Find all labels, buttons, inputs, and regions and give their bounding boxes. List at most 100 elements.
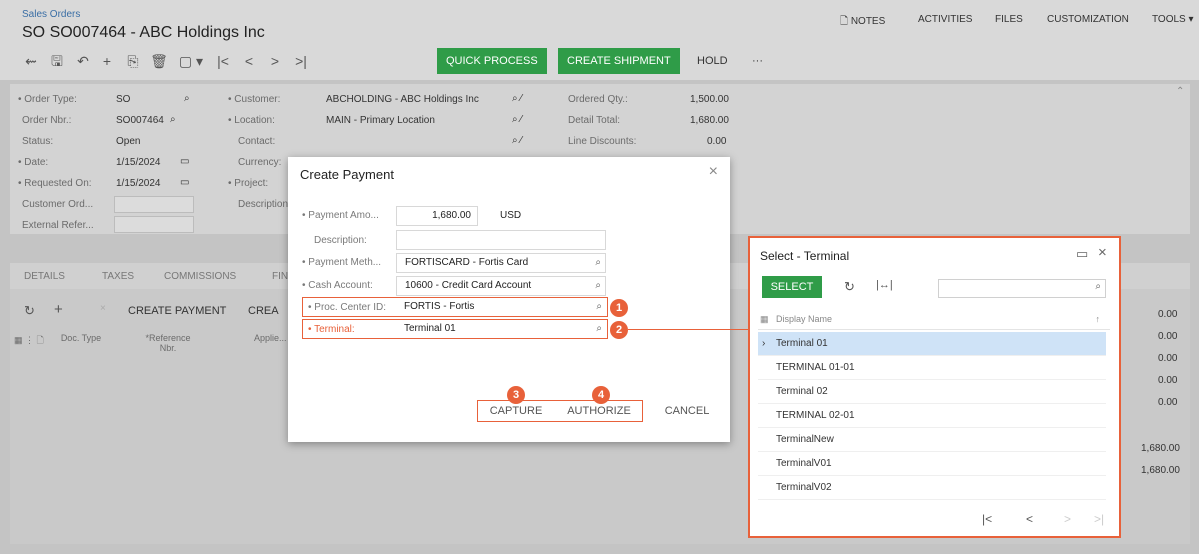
list-item[interactable]: TERMINAL 02-01 [758,404,1106,428]
list-item[interactable]: Terminal 02 [758,380,1106,404]
sort-icon[interactable]: ↑ [1096,308,1101,330]
terminal-value: Terminal 01 [404,323,456,334]
close-icon[interactable]: × [1098,244,1107,261]
create-shipment-button[interactable]: CREATE SHIPMENT [558,48,680,74]
external-refer-label: External Refer... [22,220,94,231]
tab-taxes[interactable]: TAXES [102,271,134,282]
remove-row-icon[interactable]: × [100,303,106,314]
activities-button[interactable]: ACTIVITIES [918,14,972,25]
order-type-field[interactable]: SO [116,94,130,105]
payment-method-field[interactable]: FORTISCARD - Fortis Card ⌕ [396,253,606,273]
cancel-button[interactable]: CANCEL [654,400,720,422]
col-applied[interactable]: Applie... [254,333,287,343]
delete-icon[interactable]: 🗑 [150,53,168,69]
search-icon[interactable]: ⌕ [596,320,602,338]
breadcrumb[interactable]: Sales Orders [22,9,80,20]
list-item[interactable]: › Terminal 01 [758,332,1106,356]
search-icon[interactable]: ⌕ ⁄ [512,135,522,146]
grid-settings-icon[interactable]: ▦ [760,308,769,330]
list-item-label: TerminalV01 [776,458,832,469]
calendar-icon[interactable]: ▭ [180,177,189,188]
column-header-display-name[interactable]: ▦ Display Name ↑ [758,308,1110,330]
search-icon[interactable]: ⌕ [596,298,602,316]
terminal-field[interactable]: Terminal 01 ⌕ [396,320,606,338]
hold-button[interactable]: HOLD [697,48,728,74]
tools-menu[interactable]: TOOLS ▾ [1152,14,1194,25]
page-title: SO SO007464 - ABC Holdings Inc [22,24,265,41]
requested-on-field[interactable]: 1/15/2024 [116,178,161,189]
capture-button[interactable]: CAPTURE [481,400,551,422]
quick-process-button[interactable]: QUICK PROCESS [437,48,547,74]
payment-amount-label: Payment Amo... [302,210,379,221]
search-icon[interactable]: ⌕ [184,93,190,104]
fit-columns-icon[interactable]: |↔| [876,279,893,291]
last-page-icon[interactable]: >| [1094,512,1104,526]
next-page-icon[interactable]: > [1064,512,1071,526]
add-row-icon[interactable]: + [54,301,63,318]
add-icon[interactable]: + [98,53,116,69]
col-doc-type[interactable]: Doc. Type [60,333,102,343]
undo-icon[interactable]: ↶ [74,53,92,69]
refresh-icon[interactable]: ↻ [24,303,35,319]
list-item[interactable]: TERMINAL 01-01 [758,356,1106,380]
tab-details[interactable]: DETAILS [24,271,65,282]
files-button[interactable]: FILES [995,14,1023,25]
proc-center-field[interactable]: FORTIS - Fortis ⌕ [396,298,606,316]
last-icon[interactable]: >| [292,53,310,69]
customization-button[interactable]: CUSTOMIZATION [1047,14,1129,25]
first-page-icon[interactable]: |< [982,512,992,526]
prev-icon[interactable]: < [240,53,258,69]
more-button[interactable]: ··· [752,48,763,74]
close-icon[interactable]: × [709,163,718,181]
lookup-search-input[interactable]: ⌕ [938,279,1106,298]
refresh-icon[interactable]: ↻ [844,279,855,295]
select-button[interactable]: SELECT [762,276,822,298]
list-item-label: TerminalNew [776,434,834,445]
list-item[interactable]: TerminalV01 [758,452,1106,476]
search-icon[interactable]: ⌕ ⁄ [512,93,522,104]
create-payment-button[interactable]: CREATE PAYMENT [128,305,226,317]
back-icon[interactable]: ⇜ [22,53,40,69]
list-item-label: TerminalV02 [776,482,832,493]
tab-financial[interactable]: FIN [272,271,288,282]
date-field[interactable]: 1/15/2024 [116,157,161,168]
customer-ord-label: Customer Ord... [22,199,94,210]
cash-account-field[interactable]: 10600 - Credit Card Account ⌕ [396,276,606,296]
order-nbr-field[interactable]: SO007464 [116,115,164,126]
tab-commissions[interactable]: COMMISSIONS [164,271,236,282]
list-item[interactable]: TerminalV02 [758,476,1106,500]
list-item[interactable]: TerminalNew [758,428,1106,452]
search-icon[interactable]: ⌕ ⁄ [512,114,522,125]
search-icon[interactable]: ⌕ [1095,281,1101,292]
clipboard-icon[interactable]: ▢ ▾ [176,53,206,69]
save-icon[interactable]: 🖫 [48,53,66,69]
payment-amount-field[interactable]: 1,680.00 [396,206,478,226]
first-icon[interactable]: |< [214,53,232,69]
authorize-button[interactable]: AUTHORIZE [558,400,640,422]
calendar-icon[interactable]: ▭ [180,156,189,167]
location-field[interactable]: MAIN - Primary Location [326,115,435,126]
external-refer-field[interactable] [114,216,194,233]
lookup-title: Select - Terminal [760,249,850,263]
description-field[interactable] [396,230,606,250]
order-nbr-label: Order Nbr.: [22,115,72,126]
customer-ord-field[interactable] [114,196,194,213]
status-field[interactable]: Open [116,136,140,147]
requested-on-label: Requested On: [18,178,91,189]
search-icon[interactable]: ⌕ [595,254,601,272]
search-icon[interactable]: ⌕ [170,114,176,125]
customer-field[interactable]: ABCHOLDING - ABC Holdings Inc [326,94,479,105]
create-button[interactable]: CREA [248,305,279,317]
maximize-icon[interactable]: ▭ [1076,246,1088,262]
status-label: Status: [22,136,54,147]
detail-total-label: Detail Total: [568,115,621,126]
notes-button[interactable]: 🗋 NOTES [840,14,885,31]
next-icon[interactable]: > [266,53,284,69]
col-reference-nbr[interactable]: *Reference Nbr. [140,333,196,353]
prev-page-icon[interactable]: < [1026,512,1033,526]
search-icon[interactable]: ⌕ [595,277,601,295]
contact-label: Contact: [238,136,276,147]
payment-method-label: Payment Meth... [302,257,381,268]
copy-icon[interactable]: ⎘ [124,53,142,69]
collapse-icon[interactable]: ⌃ [1176,86,1184,97]
